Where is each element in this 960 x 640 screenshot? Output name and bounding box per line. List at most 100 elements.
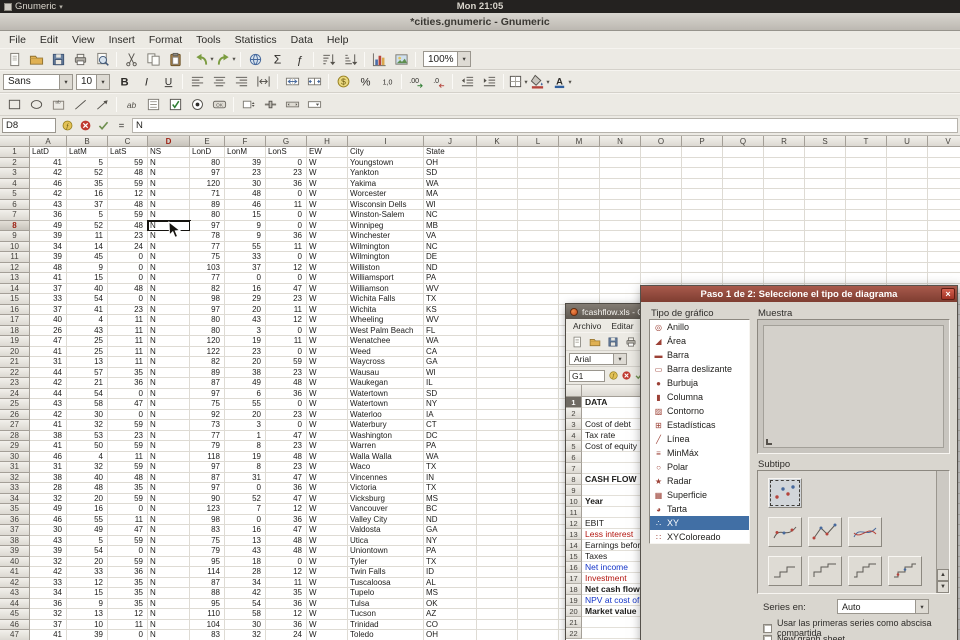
cell-r11[interactable]: [764, 252, 805, 263]
cell-b12[interactable]: 9: [67, 262, 108, 273]
cell-e22[interactable]: 89: [190, 367, 225, 378]
cell-l12[interactable]: [518, 262, 559, 273]
cell-b18[interactable]: 43: [67, 325, 108, 336]
cell-h1[interactable]: EW: [307, 147, 348, 158]
cell-l13[interactable]: [518, 273, 559, 284]
menu-view[interactable]: View: [65, 33, 102, 47]
row-header-23[interactable]: 23: [0, 378, 30, 389]
cell-h16[interactable]: W: [307, 304, 348, 315]
cell-g23[interactable]: 48: [266, 378, 307, 389]
chart-type-l-nea[interactable]: ╱ Línea: [650, 432, 749, 446]
cell-a6[interactable]: 43: [30, 199, 67, 210]
cell-h30[interactable]: W: [307, 451, 348, 462]
cell-k29[interactable]: [477, 441, 518, 452]
column-header-g[interactable]: G: [266, 136, 307, 147]
cell-d4[interactable]: N: [148, 178, 190, 189]
cell-h19[interactable]: W: [307, 336, 348, 347]
cell-b26[interactable]: 30: [67, 409, 108, 420]
spin-widget-button[interactable]: [237, 95, 259, 115]
accept-button[interactable]: [94, 117, 112, 135]
cell-l5[interactable]: [518, 189, 559, 200]
cell-i12[interactable]: Williston: [348, 262, 424, 273]
cell-b1[interactable]: LatM: [67, 147, 108, 158]
cell-a41[interactable]: 42: [30, 567, 67, 578]
cell-k44[interactable]: [477, 598, 518, 609]
cell-h13[interactable]: W: [307, 273, 348, 284]
cell-l29[interactable]: [518, 441, 559, 452]
cell-j11[interactable]: DE: [424, 252, 477, 263]
percent-button[interactable]: %: [354, 72, 376, 92]
cell-o2[interactable]: [641, 157, 682, 168]
cell-a7[interactable]: 36: [30, 210, 67, 221]
cell-p4[interactable]: [682, 178, 723, 189]
cell-c6[interactable]: 48: [108, 199, 148, 210]
cell-d30[interactable]: N: [148, 451, 190, 462]
fcash-row-header-22[interactable]: 22: [566, 628, 582, 639]
cell-f33[interactable]: 0: [225, 483, 266, 494]
cell-g17[interactable]: 12: [266, 315, 307, 326]
cell-u10[interactable]: [887, 241, 928, 252]
scrollbar-widget-button[interactable]: [281, 95, 303, 115]
cell-d18[interactable]: N: [148, 325, 190, 336]
sort-az-button[interactable]: [317, 49, 339, 69]
cell-e11[interactable]: 75: [190, 252, 225, 263]
cell-j20[interactable]: CA: [424, 346, 477, 357]
fcash-row-header-4[interactable]: 4: [566, 430, 582, 441]
cell-m10[interactable]: [559, 241, 600, 252]
cell-l40[interactable]: [518, 556, 559, 567]
row-header-35[interactable]: 35: [0, 504, 30, 515]
cell-j31[interactable]: TX: [424, 462, 477, 473]
cell-a17[interactable]: 40: [30, 315, 67, 326]
cell-i2[interactable]: Youngstown: [348, 157, 424, 168]
ellipse-button[interactable]: [25, 95, 47, 115]
cell-b6[interactable]: 37: [67, 199, 108, 210]
cell-a45[interactable]: 32: [30, 609, 67, 620]
xy-line-markers-button[interactable]: [808, 517, 842, 547]
cell-i33[interactable]: Victoria: [348, 483, 424, 494]
cell-e28[interactable]: 77: [190, 430, 225, 441]
cell-o10[interactable]: [641, 241, 682, 252]
row-header-43[interactable]: 43: [0, 588, 30, 599]
cell-e39[interactable]: 79: [190, 546, 225, 557]
cell-f28[interactable]: 1: [225, 430, 266, 441]
fcash-row-header-13[interactable]: 13: [566, 529, 582, 540]
cell-e46[interactable]: 104: [190, 619, 225, 630]
cell-b4[interactable]: 35: [67, 178, 108, 189]
cell-d43[interactable]: N: [148, 588, 190, 599]
row-header-10[interactable]: 10: [0, 241, 30, 252]
cell-e40[interactable]: 95: [190, 556, 225, 567]
cell-g4[interactable]: 36: [266, 178, 307, 189]
cell-r7[interactable]: [764, 210, 805, 221]
cancel-button[interactable]: [76, 117, 94, 135]
chart-type-tarta[interactable]: ◕ Tarta: [650, 502, 749, 516]
cell-i37[interactable]: Valdosta: [348, 525, 424, 536]
cell-b44[interactable]: 9: [67, 598, 108, 609]
cell-c2[interactable]: 59: [108, 157, 148, 168]
cell-d35[interactable]: N: [148, 504, 190, 515]
cell-c36[interactable]: 11: [108, 514, 148, 525]
font-size-dropdown-button[interactable]: ▾: [96, 74, 109, 89]
cell-a1[interactable]: LatD: [30, 147, 67, 158]
cell-l10[interactable]: [518, 241, 559, 252]
cell-g40[interactable]: 0: [266, 556, 307, 567]
cell-l26[interactable]: [518, 409, 559, 420]
cell-g7[interactable]: 0: [266, 210, 307, 221]
chart-type-barra[interactable]: ▬ Barra: [650, 348, 749, 362]
cell-i30[interactable]: Walla Walla: [348, 451, 424, 462]
cell-j45[interactable]: AZ: [424, 609, 477, 620]
cell-e21[interactable]: 82: [190, 357, 225, 368]
cell-k20[interactable]: [477, 346, 518, 357]
cell-k19[interactable]: [477, 336, 518, 347]
cell-a23[interactable]: 42: [30, 378, 67, 389]
cell-j47[interactable]: OH: [424, 630, 477, 640]
cell-h12[interactable]: W: [307, 262, 348, 273]
cell-u1[interactable]: [887, 147, 928, 158]
window-titlebar[interactable]: *cities.gnumeric - Gnumeric: [0, 13, 960, 31]
series-dropdown-button[interactable]: ▾: [915, 600, 928, 613]
row-header-42[interactable]: 42: [0, 577, 30, 588]
subtype-scrollbar[interactable]: ▲ ▼: [936, 471, 949, 593]
cell-f13[interactable]: 0: [225, 273, 266, 284]
cell-j33[interactable]: TX: [424, 483, 477, 494]
cell-b47[interactable]: 39: [67, 630, 108, 640]
new-graph-sheet-checkbox[interactable]: [763, 634, 772, 640]
